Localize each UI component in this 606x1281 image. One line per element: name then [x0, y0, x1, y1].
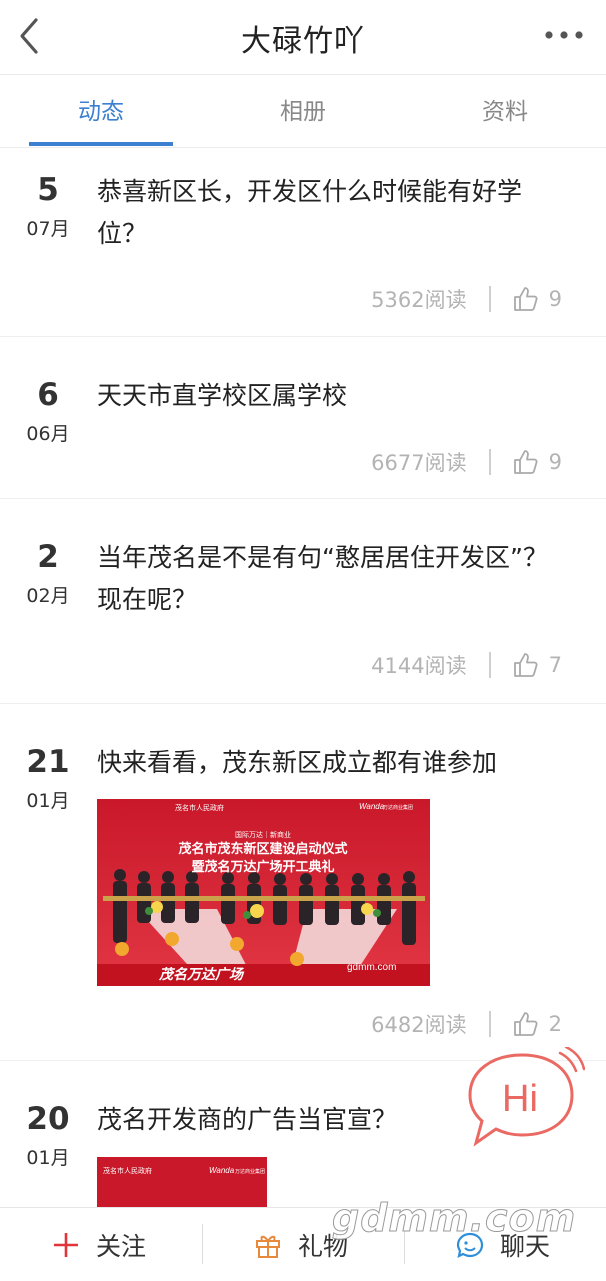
post-title[interactable]: 天天市直学校区属学校 [97, 375, 557, 417]
meta-divider [488, 449, 491, 475]
read-count: 6677阅读 [371, 451, 467, 475]
post-item[interactable]: 5 07月 恭喜新区长，开发区什么时候能有好学位？ 5362阅读 9 [0, 148, 606, 337]
post-month: 01月 [26, 790, 70, 812]
thumbs-up-icon[interactable] [513, 1011, 539, 1037]
post-title[interactable]: 快来看看，茂东新区成立都有谁参加 [97, 742, 557, 784]
post-day: 5 [37, 172, 59, 208]
post-item[interactable]: 2 02月 当年茂名是不是有句“憨居居住开发区”？现在呢？ 4144阅读 7 [0, 499, 606, 704]
post-image-ceremony[interactable]: 茂名市人民政府 Wanda 万达商业集团 国际万达｜新商业 茂名市茂东新区建设启… [97, 799, 430, 986]
post-meta: 4144阅读 7 [371, 650, 562, 680]
post-title[interactable]: 恭喜新区长，开发区什么时候能有好学位？ [97, 171, 557, 255]
post-month: 02月 [26, 585, 70, 607]
image-line2-text: 暨茂名万达广场开工典礼 [191, 859, 334, 874]
meta-divider [488, 1011, 491, 1037]
post-meta: 6677阅读 9 [371, 447, 562, 477]
post-meta: 5362阅读 9 [371, 284, 562, 314]
post-day: 2 [37, 539, 59, 575]
active-tab-indicator [29, 142, 173, 146]
like-count: 7 [548, 653, 562, 677]
thumbs-up-icon[interactable] [513, 286, 539, 312]
post-month: 01月 [26, 1147, 70, 1169]
image-brand-text: Wanda [359, 802, 385, 811]
profile-tabs: 动态 相册 资料 [0, 75, 606, 148]
bottom-divider [202, 1224, 203, 1264]
like-count: 2 [548, 1012, 562, 1036]
post-month: 06月 [26, 423, 70, 445]
image-org-text: 茂名市人民政府 [175, 803, 224, 812]
read-count: 4144阅读 [371, 654, 467, 678]
image-brand-sub-text: 万达商业集团 [383, 804, 413, 811]
thumbs-up-icon[interactable] [513, 652, 539, 678]
tab-album[interactable]: 相册 [202, 75, 404, 147]
post-month: 07月 [26, 218, 70, 240]
read-count: 5362阅读 [371, 288, 467, 312]
image-site-text: gdmm.com [347, 962, 396, 973]
meta-divider [488, 286, 491, 312]
tab-dynamics[interactable]: 动态 [0, 75, 202, 147]
image-tags-text: 国际万达｜新商业 [235, 830, 291, 839]
post-item[interactable]: 21 01月 快来看看，茂东新区成立都有谁参加 茂名市人民政府 Wanda 万达… [0, 704, 606, 1061]
plus-icon [54, 1232, 78, 1257]
image-org-text: 茂名市人民政府 [103, 1166, 152, 1175]
follow-button[interactable]: 关注 [52, 1208, 146, 1281]
page-title: 大碌竹吖 [241, 24, 365, 59]
gift-icon [256, 1235, 280, 1258]
post-day: 20 [26, 1101, 70, 1137]
thumbs-up-icon[interactable] [513, 449, 539, 475]
image-brand-text: Wanda [209, 1166, 235, 1175]
image-line1-text: 茂名市茂东新区建设启动仪式 [178, 841, 347, 856]
tab-profile-info[interactable]: 资料 [404, 75, 606, 147]
read-count: 6482阅读 [371, 1013, 467, 1037]
post-day: 6 [37, 377, 59, 413]
meta-divider [488, 652, 491, 678]
post-meta: 6482阅读 2 [371, 1009, 562, 1039]
more-dots-icon[interactable] [544, 25, 584, 45]
hi-bubble-text: Hi [502, 1078, 538, 1120]
post-day: 21 [26, 744, 70, 780]
post-item[interactable]: 6 06月 天天市直学校区属学校 6677阅读 9 [0, 337, 606, 499]
image-footer-text: 茂名万达广场 [158, 966, 245, 982]
site-watermark: gdmm.com [331, 1196, 577, 1241]
hi-chat-bubble-icon[interactable]: Hi [460, 1047, 585, 1147]
post-title[interactable]: 当年茂名是不是有句“憨居居住开发区”？现在呢？ [97, 537, 557, 621]
top-nav-bar: 大碌竹吖 [0, 0, 606, 75]
like-count: 9 [548, 450, 562, 474]
follow-label: 关注 [96, 1231, 147, 1261]
like-count: 9 [548, 287, 562, 311]
image-brand-sub-text: 万达商业集团 [235, 1168, 265, 1175]
